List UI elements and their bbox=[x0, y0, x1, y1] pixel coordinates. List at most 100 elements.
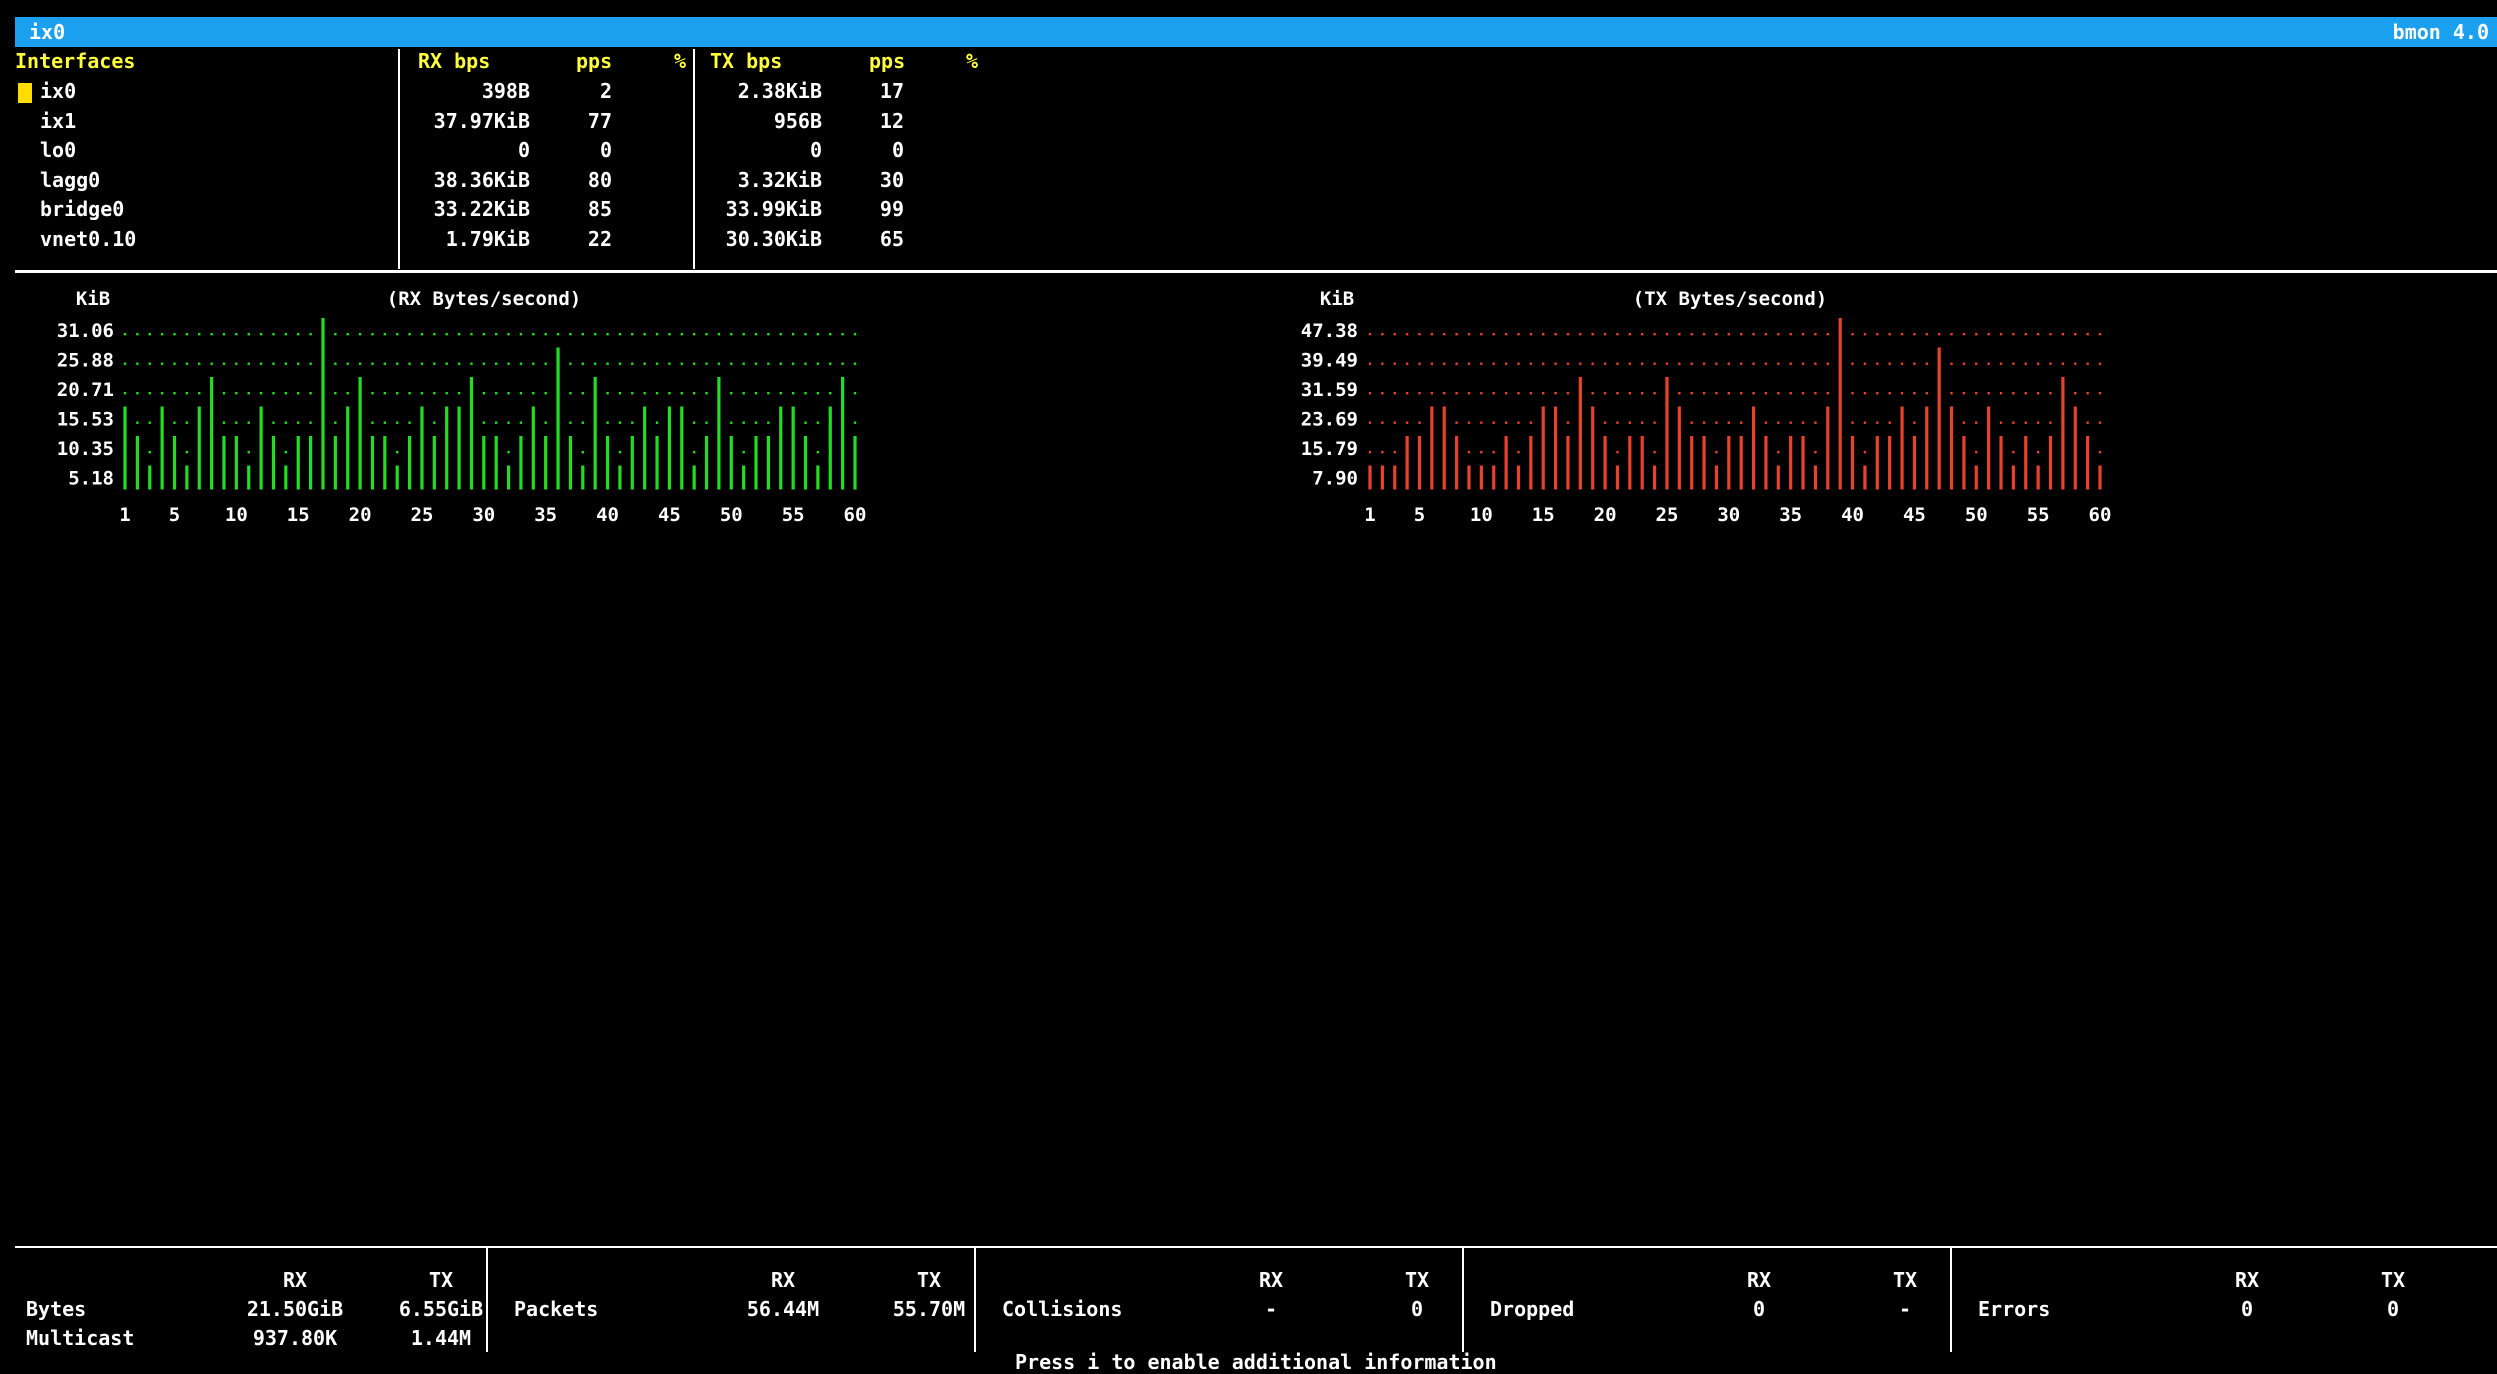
bar bbox=[1652, 465, 1657, 490]
bar bbox=[346, 406, 350, 490]
x-tick-label: 35 bbox=[1779, 504, 1802, 526]
x-tick-label: 45 bbox=[1903, 504, 1926, 526]
bar bbox=[271, 436, 276, 490]
bar bbox=[1987, 406, 1991, 490]
bar bbox=[1455, 436, 1459, 490]
bar bbox=[1380, 465, 1384, 490]
bar bbox=[1925, 406, 1929, 490]
bar bbox=[482, 436, 486, 490]
bar bbox=[1553, 406, 1558, 490]
y-axis-unit: KiB bbox=[1320, 288, 1354, 310]
stats-rx-header: RX bbox=[282, 1268, 308, 1292]
x-tick-label: 30 bbox=[1717, 504, 1740, 526]
bar bbox=[828, 406, 832, 490]
bar bbox=[853, 436, 857, 490]
bar bbox=[1999, 436, 2003, 490]
bar bbox=[247, 465, 251, 490]
stats-label-dropped: Dropped bbox=[1490, 1297, 1575, 1321]
stats-rx-value: 21.50GiB bbox=[246, 1297, 344, 1321]
bar bbox=[407, 436, 412, 490]
bar bbox=[445, 406, 449, 490]
x-tick-label: 10 bbox=[1470, 504, 1493, 526]
bar bbox=[568, 436, 573, 490]
y-level-label: 39.49 bbox=[1301, 350, 1358, 372]
bar bbox=[123, 406, 127, 490]
y-level-label: 47.38 bbox=[1301, 320, 1358, 342]
y-level-label: 23.69 bbox=[1301, 409, 1358, 431]
bar bbox=[779, 406, 783, 490]
bar bbox=[370, 436, 375, 490]
x-tick-label: 1 bbox=[119, 504, 130, 526]
bar bbox=[432, 436, 436, 490]
bar bbox=[160, 406, 164, 490]
x-tick-label: 30 bbox=[472, 504, 495, 526]
bar bbox=[643, 406, 647, 490]
bar bbox=[2061, 377, 2065, 490]
bar bbox=[284, 465, 288, 490]
bar bbox=[1640, 436, 1644, 490]
x-tick-label: 50 bbox=[720, 504, 743, 526]
stats-group-divider bbox=[974, 1248, 976, 1352]
bar bbox=[1405, 436, 1409, 490]
bar bbox=[1479, 465, 1483, 490]
stats-group-divider bbox=[486, 1248, 488, 1352]
bar bbox=[1578, 377, 1582, 490]
bar bbox=[593, 377, 597, 490]
bar bbox=[222, 436, 226, 490]
x-tick-label: 40 bbox=[596, 504, 619, 526]
bar bbox=[333, 436, 337, 490]
bar bbox=[667, 406, 672, 490]
bar bbox=[680, 406, 684, 490]
stats-tx-value: 0 bbox=[1410, 1297, 1424, 1321]
bar bbox=[1492, 465, 1496, 490]
bar bbox=[1863, 465, 1867, 490]
bar bbox=[1789, 436, 1793, 490]
bar bbox=[1751, 406, 1756, 490]
bar bbox=[1430, 406, 1434, 490]
bar bbox=[1801, 436, 1805, 490]
stats-rx-header: RX bbox=[2234, 1268, 2260, 1292]
bar bbox=[544, 436, 548, 490]
stats-tx-header: TX bbox=[2380, 1268, 2406, 1292]
x-tick-label: 25 bbox=[1656, 504, 1679, 526]
bar bbox=[197, 406, 201, 490]
stats-rx-value: 0 bbox=[2240, 1297, 2254, 1321]
stats-rx-value: 937.80K bbox=[252, 1326, 338, 1350]
stats-label-errors: Errors bbox=[1978, 1297, 2051, 1321]
bar bbox=[2073, 406, 2077, 490]
x-tick-label: 5 bbox=[1414, 504, 1425, 526]
bar bbox=[1702, 436, 1706, 490]
bar bbox=[2098, 465, 2102, 490]
bar bbox=[321, 318, 325, 490]
stats-tx-header: TX bbox=[428, 1268, 454, 1292]
x-tick-label: 1 bbox=[1364, 504, 1375, 526]
section-divider bbox=[15, 1246, 2497, 1248]
bar bbox=[383, 436, 387, 490]
bar bbox=[556, 347, 560, 490]
stats-label-packets: Packets bbox=[514, 1297, 599, 1321]
bar bbox=[766, 436, 770, 490]
bar bbox=[1727, 436, 1731, 490]
bar bbox=[1677, 406, 1681, 490]
x-tick-label: 60 bbox=[844, 504, 867, 526]
x-tick-label: 5 bbox=[169, 504, 180, 526]
bar bbox=[506, 465, 511, 490]
x-tick-label: 45 bbox=[658, 504, 681, 526]
y-axis-unit: KiB bbox=[76, 288, 110, 310]
bar bbox=[210, 377, 214, 490]
stats-rx-value: 0 bbox=[1752, 1297, 1766, 1321]
bar bbox=[1442, 406, 1446, 490]
bar bbox=[1467, 465, 1471, 490]
bar bbox=[630, 436, 634, 490]
bar bbox=[1949, 406, 1954, 490]
bar bbox=[296, 436, 300, 490]
bar bbox=[803, 436, 808, 490]
x-tick-label: 60 bbox=[2089, 504, 2112, 526]
x-tick-label: 40 bbox=[1841, 504, 1864, 526]
bar bbox=[234, 436, 238, 490]
stats-rx-value: 56.44M bbox=[746, 1297, 820, 1321]
bar bbox=[1665, 377, 1669, 490]
stats-tx-value: 1.44M bbox=[410, 1326, 472, 1350]
bar bbox=[754, 436, 758, 490]
stats-rx-header: RX bbox=[1258, 1268, 1284, 1292]
